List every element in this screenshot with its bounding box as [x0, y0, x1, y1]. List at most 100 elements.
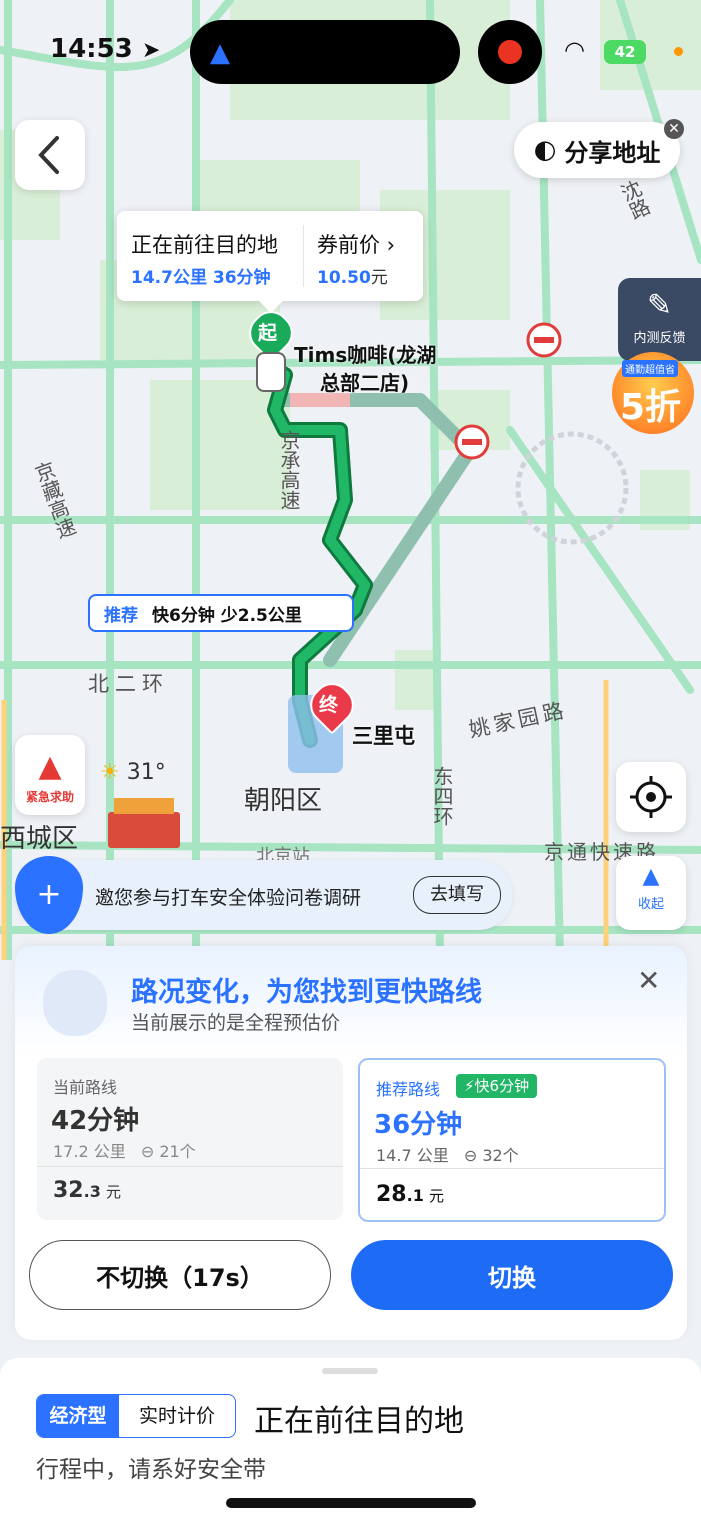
recommended-distance: 14.7 公里: [376, 1146, 449, 1165]
battery-icon: 42: [604, 40, 646, 64]
recommended-price-unit: 元: [428, 1187, 444, 1205]
route-card-title: 路况变化，为您找到更快路线: [131, 977, 482, 1008]
chevron-right-icon: ›: [380, 233, 396, 257]
current-price-unit: 元: [105, 1183, 121, 1201]
drag-handle[interactable]: [322, 1368, 378, 1374]
current-route-option[interactable]: 当前路线 42分钟 17.2 公里 ⊖ 21个 32.3 元: [37, 1058, 343, 1220]
chevron-up-icon: ▲: [642, 864, 660, 889]
crosshair-icon: [630, 776, 672, 818]
pricing-mode-tag: 实时计价: [138, 1405, 215, 1427]
label-jingcheng: 京承高速: [277, 430, 301, 510]
end-marker-label: 终: [319, 694, 339, 716]
faster-badge-text: 快6分钟: [474, 1077, 530, 1095]
survey-text: 邀您参与打车安全体验问卷调研: [95, 887, 362, 909]
recommend-tag-label: 推荐: [104, 605, 138, 626]
share-logo-icon: ◐: [533, 135, 557, 165]
feedback-label: 内测反馈: [633, 331, 686, 346]
wifi-icon: ◠: [564, 36, 585, 64]
trip-status: 正在前往目的地: [254, 1404, 464, 1439]
recommend-route-tag[interactable]: 推荐 快6分钟 少2.5公里: [88, 594, 354, 632]
price-title-text: 券前价: [317, 233, 380, 257]
current-route-label: 当前路线: [53, 1078, 118, 1097]
divider: [303, 225, 304, 287]
recommended-lights: 32个: [482, 1146, 519, 1165]
feedback-button[interactable]: ✎ 内测反馈: [618, 278, 701, 361]
price-title: 券前价 ›: [317, 229, 395, 259]
end-name: 三里屯: [352, 724, 415, 748]
current-price: 32.3 元: [53, 1178, 121, 1203]
survey-banner[interactable]: + 邀您参与打车安全体验问卷调研 去填写: [15, 856, 513, 934]
label-chaoyang: 朝阳区: [244, 786, 323, 816]
price-unit: 元: [370, 268, 388, 288]
current-distance: 17.2 公里: [53, 1142, 126, 1161]
current-price-int: 32: [53, 1178, 84, 1203]
car-icon: [256, 352, 286, 392]
mascot-icon: [43, 970, 107, 1036]
price-value: 10.50: [317, 268, 371, 288]
start-marker-label: 起: [258, 322, 278, 344]
promo-small: 通勤超值省: [622, 360, 678, 377]
share-address-button[interactable]: ◐ 分享地址: [514, 122, 680, 178]
faster-badge: ⚡快6分钟: [456, 1074, 538, 1098]
recommended-route-meta: 14.7 公里 ⊖ 32个: [376, 1142, 519, 1166]
edit-icon: ✎: [646, 288, 673, 323]
recommended-route-time: 36分钟: [374, 1110, 463, 1140]
route-change-card: 路况变化，为您找到更快路线 当前展示的是全程预估价 ✕ 当前路线 42分钟 17…: [15, 946, 687, 1340]
car-type-tag: 经济型: [37, 1395, 119, 1437]
divider: [37, 1166, 343, 1167]
current-lights: 21个: [159, 1142, 196, 1161]
car-type-tags: 经济型 实时计价: [36, 1394, 236, 1438]
trip-info-card[interactable]: 正在前往目的地 14.7公里 36分钟 券前价 › 10.50元: [117, 211, 423, 313]
sos-label: 紧急求助: [25, 790, 74, 804]
collapse-button[interactable]: ▲ 收起: [616, 856, 686, 930]
label-xicheng: 西城区: [0, 824, 79, 854]
recommended-route-label: 推荐路线: [376, 1080, 441, 1099]
locate-button[interactable]: [616, 762, 686, 832]
route-card-subtitle: 当前展示的是全程预估价: [131, 1012, 341, 1034]
traffic-light-icon: ⊖: [463, 1146, 478, 1165]
traffic-light-icon: ⊖: [140, 1142, 155, 1161]
share-close-icon[interactable]: ✕: [664, 119, 684, 139]
switch-label: 切换: [488, 1263, 536, 1292]
current-price-dec: .3: [83, 1182, 101, 1201]
label-ring2: 北二环: [88, 672, 169, 696]
sun-icon: ☀: [100, 760, 120, 785]
divider: [360, 1168, 664, 1169]
record-dot-icon: [498, 40, 522, 64]
trip-title: 正在前往目的地: [131, 233, 278, 257]
no-switch-button[interactable]: 不切换（17s）: [29, 1240, 331, 1310]
promo-big: 5折: [620, 387, 682, 428]
alarm-icon: ▲: [38, 749, 62, 784]
navigation-arrow-icon: ▲: [210, 38, 230, 68]
trip-distance-time: 14.7公里 36分钟: [131, 268, 271, 288]
switch-button[interactable]: 切换: [351, 1240, 673, 1310]
start-name-line1: Tims咖啡(龙湖: [294, 343, 437, 367]
status-time: 14:53 ➤: [50, 34, 160, 64]
share-address-label: 分享地址: [564, 138, 661, 167]
battery-level: 42: [614, 43, 636, 61]
lightning-icon: ⚡: [464, 1077, 475, 1095]
home-indicator[interactable]: [226, 1498, 476, 1508]
recommended-price: 28.1 元: [376, 1182, 444, 1207]
trip-hint: 行程中，请系好安全带: [36, 1457, 266, 1483]
recommended-price-dec: .1: [406, 1186, 424, 1205]
survey-fill-button[interactable]: 去填写: [413, 876, 501, 914]
recommend-text: 快6分钟 少2.5公里: [152, 605, 302, 626]
location-arrow-icon: ➤: [141, 38, 161, 63]
label-dongsi: 东四环: [430, 766, 454, 826]
collapse-label: 收起: [637, 897, 664, 912]
recommended-route-option[interactable]: 推荐路线 ⚡快6分钟 36分钟 14.7 公里 ⊖ 32个 28.1 元: [358, 1058, 666, 1222]
chevron-left-icon: [38, 136, 59, 174]
start-name-line2: 总部二店): [320, 371, 410, 395]
weather: ☀ 31°: [100, 760, 166, 785]
temperature: 31°: [126, 760, 166, 785]
close-icon[interactable]: ✕: [637, 964, 660, 997]
promo-badge[interactable]: 通勤超值省 5折: [612, 352, 694, 434]
privacy-dot-icon: [674, 47, 683, 56]
status-time-text: 14:53: [50, 34, 133, 64]
recommended-price-int: 28: [376, 1182, 407, 1207]
back-button[interactable]: [15, 120, 85, 190]
dynamic-island: [190, 20, 460, 84]
price-value-group: 10.50元: [317, 263, 388, 288]
sos-button[interactable]: ▲ 紧急求助: [15, 735, 85, 815]
